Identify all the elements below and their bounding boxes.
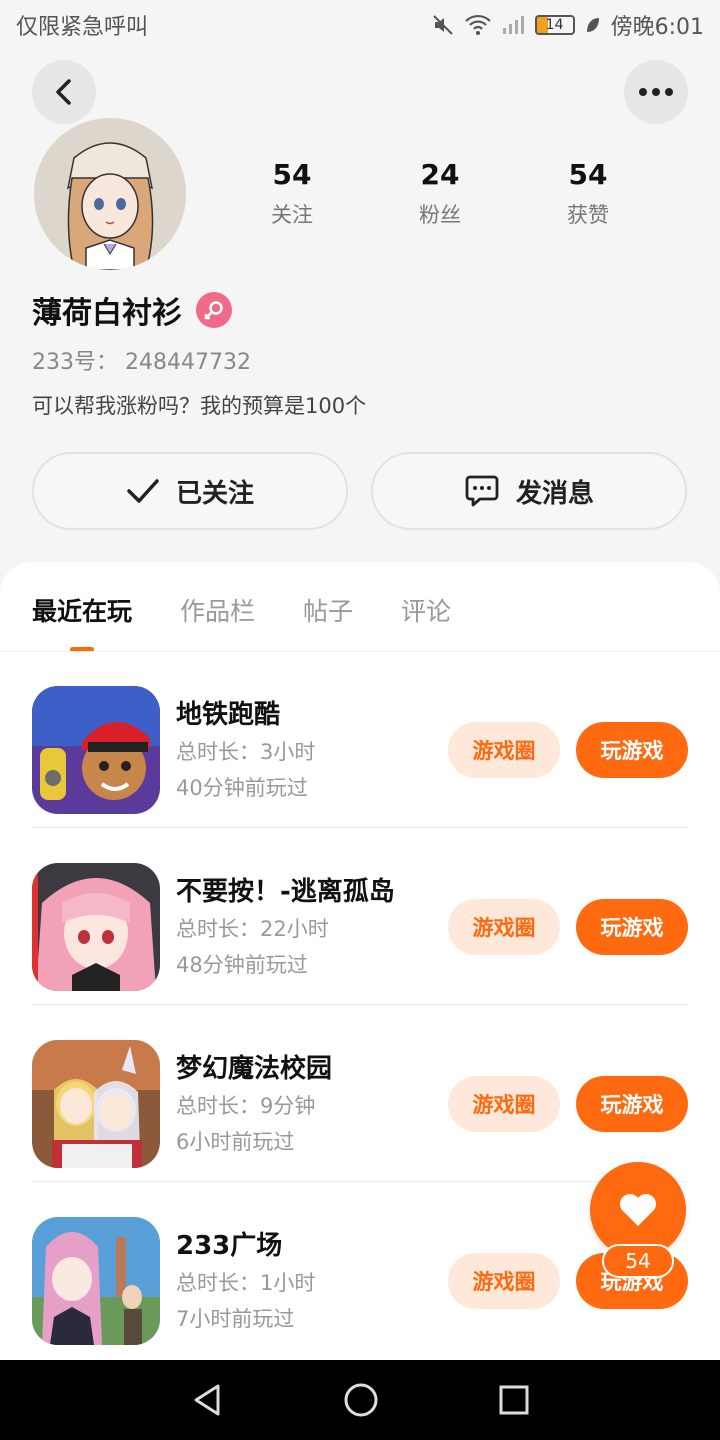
account-id: 233号： 248447732 bbox=[32, 350, 251, 375]
checkmark-icon bbox=[127, 479, 159, 503]
avatar[interactable] bbox=[34, 118, 186, 270]
game-last-played: 40分钟前玩过 bbox=[176, 776, 308, 800]
avatar-illustration bbox=[34, 118, 186, 270]
back-triangle-icon[interactable] bbox=[190, 1382, 224, 1418]
leaf-icon bbox=[586, 18, 599, 32]
following-count: 54 bbox=[272, 158, 312, 191]
chevron-left-icon bbox=[56, 79, 71, 105]
followed-label: 已关注 bbox=[175, 478, 254, 509]
following-label: 关注 bbox=[271, 203, 313, 227]
play-game-button[interactable]: 玩游戏 bbox=[576, 899, 688, 955]
game-icon bbox=[32, 863, 160, 991]
game-playtime: 总时长：3小时 bbox=[176, 740, 316, 764]
profile-tabs: 最近在玩 作品栏 帖子 评论 bbox=[32, 592, 451, 652]
heart-icon bbox=[620, 1194, 656, 1226]
game-icon bbox=[32, 1040, 160, 1168]
tab-label: 作品栏 bbox=[180, 597, 256, 626]
profile-bio: 可以帮我涨粉吗？我的预算是100个 bbox=[32, 394, 367, 418]
likes-count: 54 bbox=[568, 158, 608, 191]
recents-square-icon[interactable] bbox=[498, 1384, 530, 1416]
username-row: 薄荷白衬衫 bbox=[32, 288, 232, 332]
game-playtime: 总时长：9分钟 bbox=[176, 1094, 316, 1118]
game-name: 梦幻魔法校园 bbox=[176, 1054, 333, 1084]
game-list-item[interactable]: 不要按！-逃离孤岛 总时长：22小时 48分钟前玩过 游戏圈 玩游戏 bbox=[32, 829, 688, 1005]
game-icon bbox=[32, 1217, 160, 1345]
stat-followers[interactable]: 24 粉丝 bbox=[366, 158, 514, 229]
clock: 傍晚6:01 bbox=[610, 15, 704, 40]
game-name: 地铁跑酷 bbox=[176, 700, 281, 730]
tab-comments[interactable]: 评论 bbox=[401, 592, 451, 652]
game-icon bbox=[32, 686, 160, 814]
send-message-button[interactable]: 发消息 bbox=[371, 452, 687, 530]
tab-label: 评论 bbox=[401, 597, 452, 626]
game-list-item[interactable]: 梦幻魔法校园 总时长：9分钟 6小时前玩过 游戏圈 玩游戏 bbox=[32, 1006, 688, 1182]
system-navigation-bar bbox=[0, 1360, 720, 1440]
username: 薄荷白衬衫 bbox=[32, 296, 182, 331]
battery-icon: 14 bbox=[534, 15, 575, 35]
game-name: 233广场 bbox=[176, 1231, 283, 1261]
game-community-button[interactable]: 游戏圈 bbox=[448, 1076, 560, 1132]
tab-posts[interactable]: 帖子 bbox=[303, 592, 353, 652]
wifi-icon bbox=[464, 14, 491, 35]
game-community-button[interactable]: 游戏圈 bbox=[448, 1253, 560, 1309]
game-list-item[interactable]: 地铁跑酷 总时长：3小时 40分钟前玩过 游戏圈 玩游戏 bbox=[32, 652, 688, 828]
game-last-played: 6小时前玩过 bbox=[176, 1130, 295, 1154]
followers-count: 24 bbox=[420, 158, 460, 191]
home-circle-icon[interactable] bbox=[343, 1382, 379, 1418]
carrier-status-text: 仅限紧急呼叫 bbox=[16, 15, 149, 40]
game-playtime: 总时长：22小时 bbox=[176, 917, 329, 941]
followed-button[interactable]: 已关注 bbox=[32, 452, 348, 530]
female-gender-icon bbox=[196, 292, 232, 328]
game-playtime: 总时长：1小时 bbox=[176, 1271, 316, 1295]
game-last-played: 7小时前玩过 bbox=[176, 1307, 295, 1331]
back-button[interactable] bbox=[32, 60, 96, 124]
profile-stats: 54 关注 24 粉丝 54 获赞 bbox=[218, 158, 662, 229]
play-game-button[interactable]: 玩游戏 bbox=[576, 1076, 688, 1132]
likes-label: 获赞 bbox=[567, 203, 609, 227]
status-bar: 仅限紧急呼叫 14 傍晚6:01 bbox=[0, 0, 720, 50]
tab-recently-played[interactable]: 最近在玩 bbox=[32, 592, 132, 652]
status-icons: 14 傍晚6:01 bbox=[431, 9, 704, 41]
signal-icon bbox=[502, 16, 524, 34]
game-community-button[interactable]: 游戏圈 bbox=[448, 722, 560, 778]
game-name: 不要按！-逃离孤岛 bbox=[176, 877, 395, 907]
tab-works[interactable]: 作品栏 bbox=[180, 592, 255, 652]
stat-following[interactable]: 54 关注 bbox=[218, 158, 366, 229]
chat-bubble-icon bbox=[465, 475, 499, 507]
tab-label: 帖子 bbox=[303, 597, 354, 626]
play-game-button[interactable]: 玩游戏 bbox=[576, 722, 688, 778]
stat-likes[interactable]: 54 获赞 bbox=[514, 158, 662, 229]
tab-label: 最近在玩 bbox=[32, 597, 133, 626]
game-community-button[interactable]: 游戏圈 bbox=[448, 899, 560, 955]
mute-icon bbox=[432, 15, 453, 35]
more-options-button[interactable] bbox=[624, 60, 688, 124]
like-count-badge: 54 bbox=[602, 1244, 674, 1278]
send-message-label: 发消息 bbox=[515, 478, 594, 509]
game-last-played: 48分钟前玩过 bbox=[176, 953, 308, 977]
more-dots-icon bbox=[639, 88, 673, 96]
followers-label: 粉丝 bbox=[419, 203, 461, 227]
